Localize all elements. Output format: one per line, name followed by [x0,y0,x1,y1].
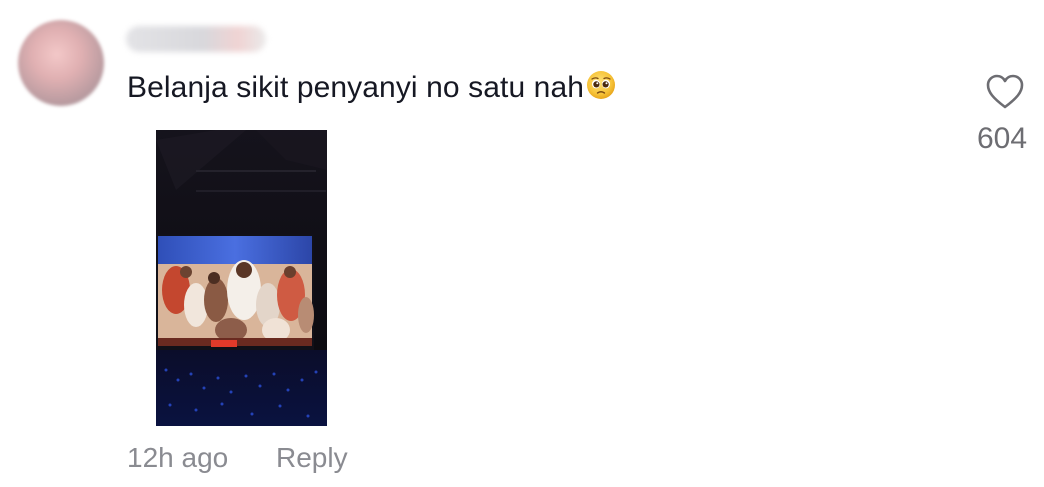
like-count: 604 [976,122,1028,155]
username-blurred[interactable] [126,26,266,52]
comment-timestamp: 12h ago [127,442,229,473]
avatar[interactable] [18,20,104,106]
comment-text: Belanja sikit penyanyi no satu nah [127,70,616,109]
heart-outline-icon [986,74,1024,109]
comment-body: Belanja sikit penyanyi no satu nah [127,71,585,104]
pleading-face-emoji-icon [586,70,616,109]
attached-photo[interactable] [156,130,327,426]
reply-button[interactable]: Reply [276,440,348,476]
like-button[interactable] [985,73,1025,111]
comment-item: Belanja sikit penyanyi no satu nah 604 1… [0,0,1044,487]
